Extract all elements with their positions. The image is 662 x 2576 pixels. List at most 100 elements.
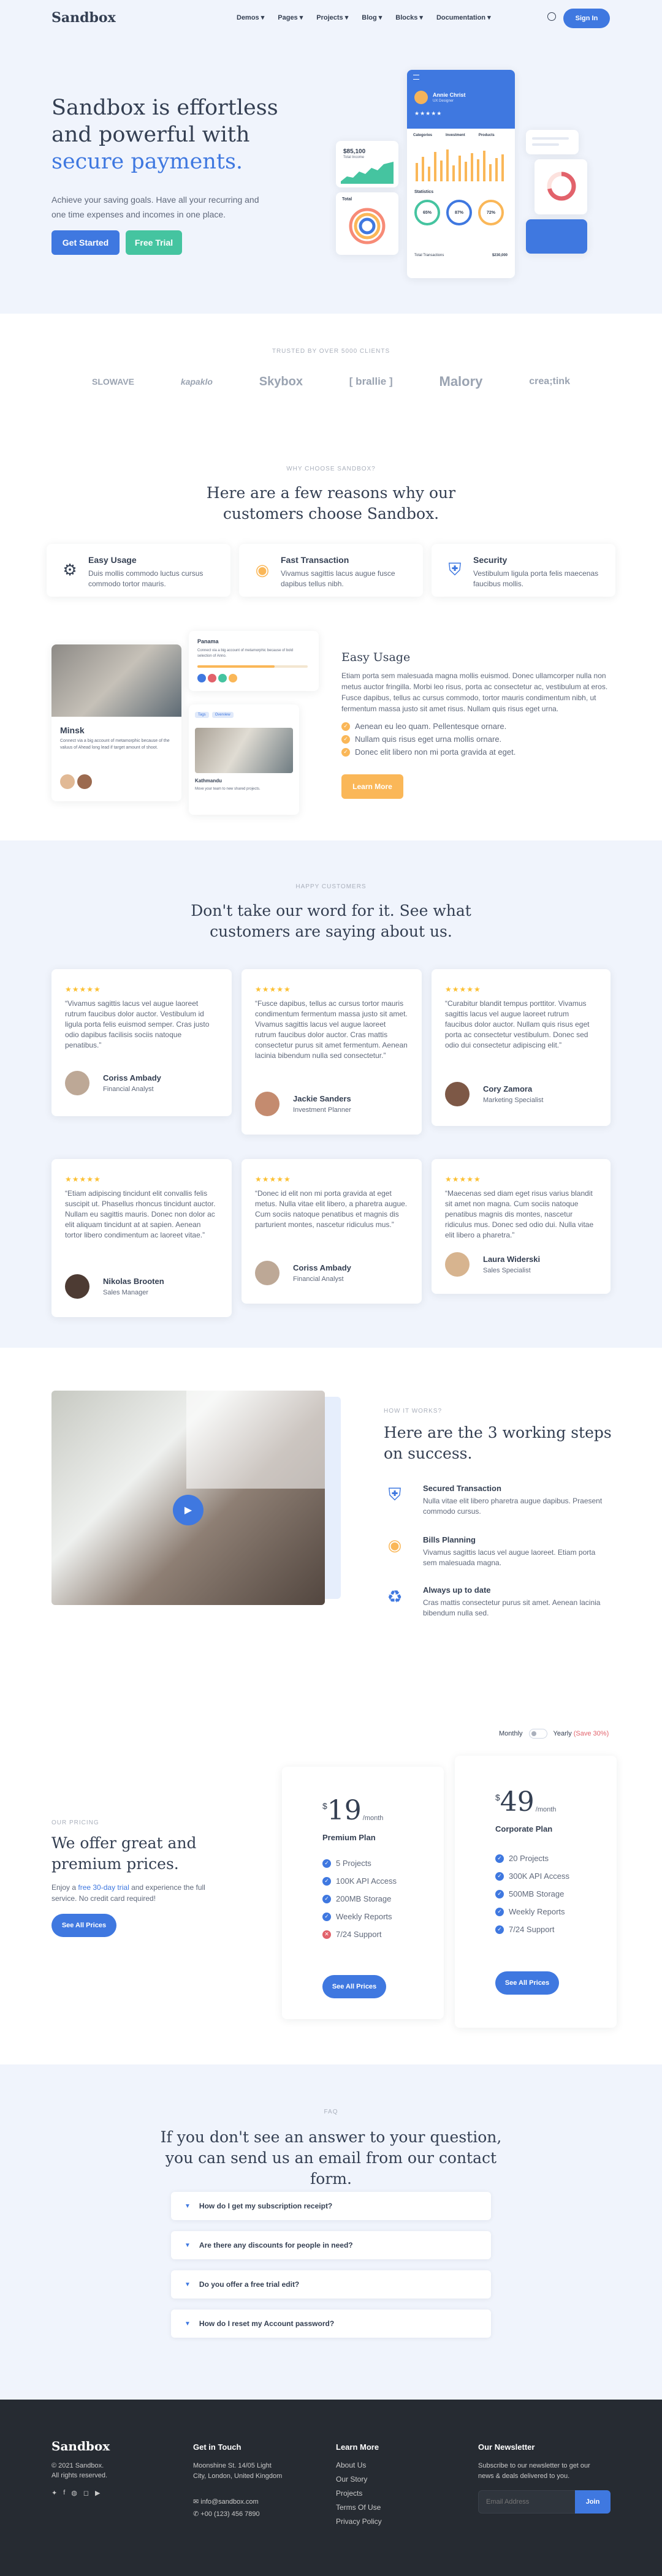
- plan-feature: ✓ 300K API Access: [495, 1872, 569, 1881]
- chevron-down-icon: ▼: [185, 2202, 191, 2210]
- faq-item[interactable]: ▼ How do I get my subscription receipt?: [171, 2192, 491, 2220]
- brand-logo[interactable]: Sandbox: [51, 10, 116, 26]
- total-ring-chart: [349, 208, 386, 244]
- chevron-down-icon: ▼: [185, 2281, 191, 2288]
- play-button-icon[interactable]: ▶: [173, 1495, 204, 1525]
- check-icon: ✓: [495, 1925, 504, 1934]
- tag[interactable]: Tags: [195, 712, 209, 718]
- testimonial-name: Jackie Sanders: [293, 1094, 351, 1103]
- check-icon: ✓: [495, 1889, 504, 1898]
- testimonial-name: Cory Zamora: [483, 1084, 533, 1093]
- faq-section: FAQ If you don't see an answer to your q…: [0, 2064, 662, 2400]
- newsletter-join-button[interactable]: Join: [575, 2490, 611, 2514]
- navbar: Sandbox Demos ▾ Pages ▾ Projects ▾ Blog …: [0, 0, 662, 38]
- footer-link[interactable]: Our Story: [336, 2475, 382, 2483]
- stat-ring-3: 72%: [478, 200, 504, 225]
- pricing-title: We offer great and premium prices.: [51, 1834, 197, 1873]
- nav-item-blog[interactable]: Blog ▾: [362, 13, 382, 21]
- testimonial-role: Investment Planner: [293, 1106, 351, 1114]
- blue-mini-card: [526, 219, 587, 254]
- kathmandu-tags: Tags Overview: [195, 712, 234, 718]
- stat-ring-1: 65%: [414, 200, 440, 225]
- free-trial-button[interactable]: Free Trial: [126, 230, 182, 255]
- plan-features: ✓ 5 Projects ✓ 100K API Access ✓ 200MB Stor…: [322, 1859, 397, 1947]
- nav-item-pages[interactable]: Pages ▾: [278, 13, 303, 21]
- toggle-yearly-label[interactable]: Yearly (Save 30%): [554, 1730, 609, 1737]
- hero-section: Sandbox is effortless and powerful with …: [0, 38, 662, 314]
- avatar: [255, 1261, 280, 1285]
- minsk-text: Connect via a big account of metamorphic…: [60, 739, 170, 750]
- premium-see-all-prices-button[interactable]: See All Prices: [322, 1975, 386, 1998]
- tab-products[interactable]: Products: [479, 134, 495, 137]
- rating-stars: ★★★★★: [65, 985, 101, 994]
- corporate-see-all-prices-button[interactable]: See All Prices: [495, 1971, 559, 1995]
- profile-name: Annie Christ: [433, 92, 466, 98]
- footer-newsletter-text: Subscribe to our newsletter to get our n…: [478, 2462, 590, 2480]
- get-started-button[interactable]: Get Started: [51, 230, 120, 255]
- step-text: Cras mattis consectetur purus sit amet. …: [423, 1598, 601, 1617]
- footer-email[interactable]: ✉ info@sandbox.com: [193, 2498, 259, 2506]
- faq-item[interactable]: ▼ Do you offer a free trial edit?: [171, 2270, 491, 2298]
- check-icon: ✓: [322, 1876, 331, 1886]
- toggle-monthly-label[interactable]: Monthly: [499, 1730, 523, 1737]
- sign-in-button[interactable]: Sign In: [563, 9, 610, 28]
- clients-eyebrow: TRUSTED BY OVER 5000 CLIENTS: [272, 348, 390, 355]
- reason-title: Fast Transaction: [281, 555, 349, 565]
- check-icon: ✓: [495, 1854, 504, 1863]
- step-text: Vivamus sagittis lacus vel augue laoreet…: [423, 1548, 596, 1567]
- income-card: $85,100 Total Income: [336, 141, 398, 187]
- faq-item[interactable]: ▼ Are there any discounts for people in n…: [171, 2231, 491, 2259]
- reasons-eyebrow: WHY CHOOSE SANDBOX?: [286, 466, 376, 472]
- faq-item[interactable]: ▼ How do I reset my Account password?: [171, 2310, 491, 2338]
- dribbble-icon[interactable]: ◍: [71, 2489, 77, 2497]
- tag[interactable]: Overview: [211, 712, 234, 718]
- reason-text: Vestibulum ligula porta felis maecenas f…: [473, 569, 599, 588]
- steps-eyebrow: HOW IT WORKS?: [384, 1408, 443, 1415]
- facebook-icon[interactable]: f: [63, 2489, 65, 2497]
- panama-title: Panama: [197, 638, 219, 644]
- avatar: [255, 1092, 280, 1116]
- tab-investment[interactable]: Investment: [446, 134, 465, 137]
- nav-item-blocks[interactable]: Blocks ▾: [395, 13, 423, 21]
- footer-link[interactable]: Privacy Policy: [336, 2517, 382, 2526]
- footer-link[interactable]: About Us: [336, 2461, 382, 2469]
- twitter-icon[interactable]: ✦: [51, 2489, 57, 2497]
- avatar: [65, 1274, 89, 1299]
- free-trial-link[interactable]: free 30-day trial: [78, 1883, 129, 1892]
- avatar: [445, 1252, 470, 1277]
- testimonial-quote: “Donec id elit non mi porta gravida at e…: [255, 1189, 408, 1229]
- nav-item-documentation[interactable]: Documentation ▾: [436, 13, 491, 21]
- footer-link[interactable]: Terms Of Use: [336, 2503, 382, 2512]
- step-title: Always up to date: [423, 1585, 491, 1595]
- step-text: Nulla vitae elit libero pharetra augue d…: [423, 1497, 603, 1516]
- client-logo: Malory: [439, 374, 483, 389]
- testimonial-card: ★★★★★ “Curabitur blandit tempus porttito…: [432, 969, 611, 1126]
- newsletter-email-input[interactable]: [478, 2490, 576, 2514]
- check-icon: ✓: [322, 1894, 331, 1903]
- window-light: [186, 1391, 325, 1489]
- testimonial-quote: “Curabitur blandit tempus porttitor. Viv…: [445, 999, 590, 1049]
- language-icon[interactable]: [547, 12, 556, 21]
- learn-more-button[interactable]: Learn More: [341, 774, 403, 799]
- testimonial-role: Financial Analyst: [103, 1086, 154, 1093]
- billing-switch[interactable]: [528, 1729, 547, 1739]
- chevron-down-icon: ▼: [185, 2320, 191, 2327]
- nav-menu: Demos ▾ Pages ▾ Projects ▾ Blog ▾ Blocks…: [237, 13, 491, 21]
- shield-icon: ⛨: [388, 1484, 401, 1504]
- instagram-icon[interactable]: ◻: [83, 2489, 89, 2497]
- see-all-prices-button[interactable]: See All Prices: [51, 1914, 116, 1937]
- footer-brand[interactable]: Sandbox: [51, 2439, 110, 2453]
- nav-item-projects[interactable]: Projects ▾: [316, 13, 348, 21]
- plan-feature: ✓ 500MB Storage: [495, 1889, 569, 1898]
- youtube-icon[interactable]: ▶: [95, 2489, 100, 2497]
- menu-icon[interactable]: [413, 75, 419, 80]
- check-icon: ✓: [322, 1859, 331, 1868]
- nav-item-demos[interactable]: Demos ▾: [237, 13, 264, 21]
- email-icon: ✉: [193, 2498, 201, 2506]
- testimonials-title: Don't take our word for it. See what cus…: [191, 902, 471, 940]
- testimonial-name: Nikolas Brooten: [103, 1277, 164, 1286]
- profile-role: UX Designer: [433, 99, 454, 103]
- footer-link[interactable]: Projects: [336, 2489, 382, 2498]
- testimonial-quote: “Maecenas sed diam eget risus varius bla…: [445, 1189, 594, 1239]
- tab-categories[interactable]: Categories: [413, 134, 432, 137]
